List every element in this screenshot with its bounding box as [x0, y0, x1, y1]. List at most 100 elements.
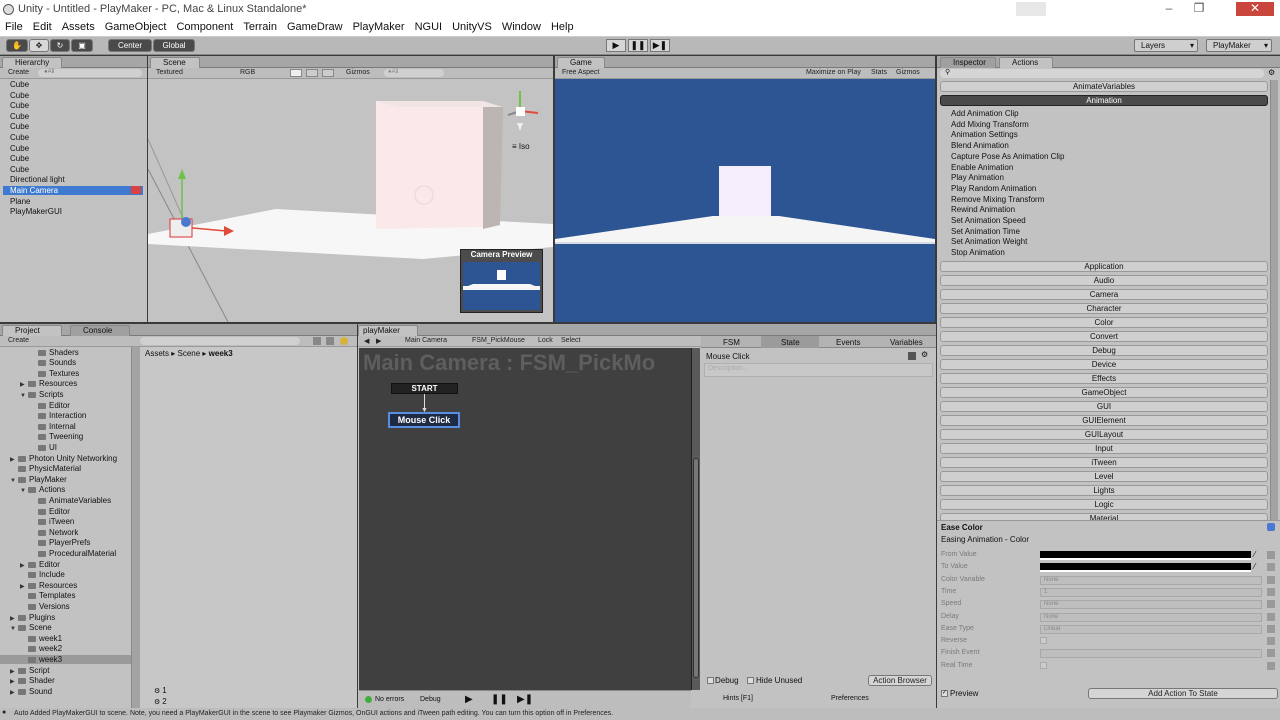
rotate-tool-icon[interactable]: ↻ [50, 39, 70, 52]
field-value[interactable]: None [1040, 612, 1262, 622]
project-folder-item[interactable]: week1 [20, 634, 62, 643]
chevron-down-icon[interactable]: ▼ [20, 488, 28, 494]
actions-search-input[interactable]: ⚲ [940, 69, 1264, 78]
tab-hierarchy[interactable]: Hierarchy [2, 57, 62, 68]
category-input[interactable]: Input [940, 443, 1268, 454]
field-value[interactable]: None [1040, 600, 1262, 610]
tab-game[interactable]: Game [557, 57, 605, 68]
category-itween[interactable]: iTween [940, 457, 1268, 468]
hierarchy-item[interactable]: Cube [10, 133, 29, 142]
state-name-field[interactable]: Mouse Click [706, 352, 750, 361]
chevron-down-icon[interactable]: ▼ [10, 478, 18, 484]
variable-toggle-icon[interactable] [1267, 612, 1275, 621]
project-folder-item[interactable]: Include [20, 570, 65, 579]
action-item[interactable]: Set Animation Weight [951, 237, 1027, 246]
orientation-gizmo-down[interactable] [517, 123, 523, 131]
step-button[interactable]: ▶❚ [650, 39, 670, 52]
gameobject-selector[interactable]: Main Camera [405, 337, 447, 344]
category-application[interactable]: Application [940, 261, 1268, 272]
field-checkbox[interactable] [1040, 661, 1047, 669]
state-description-field[interactable]: Description... [704, 363, 933, 377]
project-folder-item[interactable]: Network [30, 528, 78, 537]
chevron-right-icon[interactable]: ▶ [10, 678, 18, 685]
category-effects[interactable]: Effects [940, 373, 1268, 384]
debug-pause-button[interactable]: ❚❚ [491, 694, 508, 705]
project-folder-item[interactable]: ▼ PlayMaker [10, 475, 67, 484]
action-item[interactable]: Stop Animation [951, 248, 1005, 257]
filter-by-label-icon[interactable] [326, 337, 334, 345]
preferences-button[interactable]: Preferences [831, 695, 869, 702]
orientation-gizmo-center[interactable] [516, 107, 525, 116]
scene-viewport[interactable]: ≡ Iso Camera Preview [148, 79, 553, 322]
variable-toggle-icon[interactable] [1267, 624, 1275, 633]
window-extra-button[interactable] [1016, 2, 1046, 16]
menu-item-component[interactable]: Component [171, 20, 238, 36]
field-value[interactable]: None [1040, 575, 1262, 585]
debug-checkbox[interactable] [707, 677, 714, 684]
layout-dropdown[interactable]: PlayMaker ▾ [1206, 39, 1272, 52]
action-item[interactable]: Play Animation [951, 173, 1004, 182]
tab-inspector[interactable]: Inspector [940, 57, 996, 68]
scene-asset-item[interactable]: ⚙ 1 [154, 686, 167, 695]
project-folder-item[interactable]: Textures [30, 369, 79, 378]
field-value[interactable] [1040, 649, 1262, 659]
back-arrow-icon[interactable]: ◀ [364, 337, 369, 345]
category-convert[interactable]: Convert [940, 331, 1268, 342]
hierarchy-item[interactable]: Cube [10, 80, 29, 89]
pivot-center-button[interactable]: Center [108, 39, 152, 52]
chevron-right-icon[interactable]: ▶ [20, 562, 28, 569]
action-item[interactable]: Capture Pose As Animation Clip [951, 152, 1064, 161]
project-folder-item[interactable]: ▶ Photon Unity Networking [10, 454, 117, 463]
tab-project[interactable]: Project [2, 325, 62, 336]
project-folder-item[interactable]: Templates [20, 591, 75, 600]
scale-tool-icon[interactable]: ▣ [71, 39, 93, 52]
project-create-dropdown[interactable]: Create [8, 337, 29, 344]
preview-checkbox[interactable]: ✓ [941, 690, 948, 697]
project-folder-item[interactable]: PlayerPrefs [30, 538, 90, 547]
add-action-to-state-button[interactable]: Add Action To State [1088, 688, 1278, 699]
action-item[interactable]: Rewind Animation [951, 205, 1015, 214]
variable-toggle-icon[interactable] [1267, 600, 1275, 609]
move-gizmo-y-arrow[interactable] [178, 169, 186, 179]
hierarchy-item[interactable]: Cube [10, 101, 29, 110]
action-item[interactable]: Play Random Animation [951, 184, 1036, 193]
stats-toggle[interactable]: Stats [871, 69, 887, 76]
variable-toggle-icon[interactable] [1267, 575, 1275, 584]
breadcrumb-week3[interactable]: week3 [209, 349, 233, 358]
start-node[interactable]: START [391, 383, 458, 394]
menu-item-file[interactable]: File [0, 20, 28, 36]
project-search-input[interactable] [140, 337, 300, 345]
actions-scrollbar[interactable] [1270, 80, 1278, 520]
hierarchy-item[interactable]: Cube [10, 112, 29, 121]
fsm-selector[interactable]: FSM_PickMouse [472, 337, 525, 344]
menu-item-edit[interactable]: Edit [28, 20, 57, 36]
audio-toggle-icon[interactable] [322, 69, 334, 77]
category-logic[interactable]: Logic [940, 499, 1268, 510]
menu-item-terrain[interactable]: Terrain [238, 20, 282, 36]
hide-unused-checkbox[interactable] [747, 677, 754, 684]
menu-item-gamedraw[interactable]: GameDraw [282, 20, 348, 36]
chevron-right-icon[interactable]: ▶ [20, 381, 28, 388]
category-guilayout[interactable]: GUILayout [940, 429, 1268, 440]
hierarchy-item[interactable]: Cube [10, 91, 29, 100]
layers-dropdown[interactable]: Layers ▾ [1134, 39, 1198, 52]
project-folder-item[interactable]: ▼ Scripts [20, 390, 63, 399]
move-tool-icon[interactable]: ✥ [29, 39, 49, 52]
graph-scrollbar[interactable] [691, 348, 700, 690]
pivot-global-button[interactable]: Global [153, 39, 195, 52]
project-folder-item[interactable]: week2 [20, 644, 62, 653]
menu-item-assets[interactable]: Assets [57, 20, 100, 36]
move-gizmo-z[interactable] [181, 217, 191, 227]
project-folder-item[interactable]: Interaction [30, 411, 86, 420]
hierarchy-create-dropdown[interactable]: Create [8, 69, 29, 76]
restore-button[interactable]: ❐ [1186, 2, 1212, 16]
tab-variables[interactable]: Variables [890, 338, 923, 347]
aspect-dropdown[interactable]: Free Aspect [562, 69, 599, 76]
image-toggle-icon[interactable] [306, 69, 318, 77]
category-lights[interactable]: Lights [940, 485, 1268, 496]
chevron-right-icon[interactable]: ▶ [10, 456, 18, 463]
field-value[interactable]: 1 [1040, 587, 1262, 597]
close-button[interactable]: ✕ [1236, 2, 1274, 16]
category-level[interactable]: Level [940, 471, 1268, 482]
project-folder-item[interactable]: week3 [0, 655, 131, 664]
